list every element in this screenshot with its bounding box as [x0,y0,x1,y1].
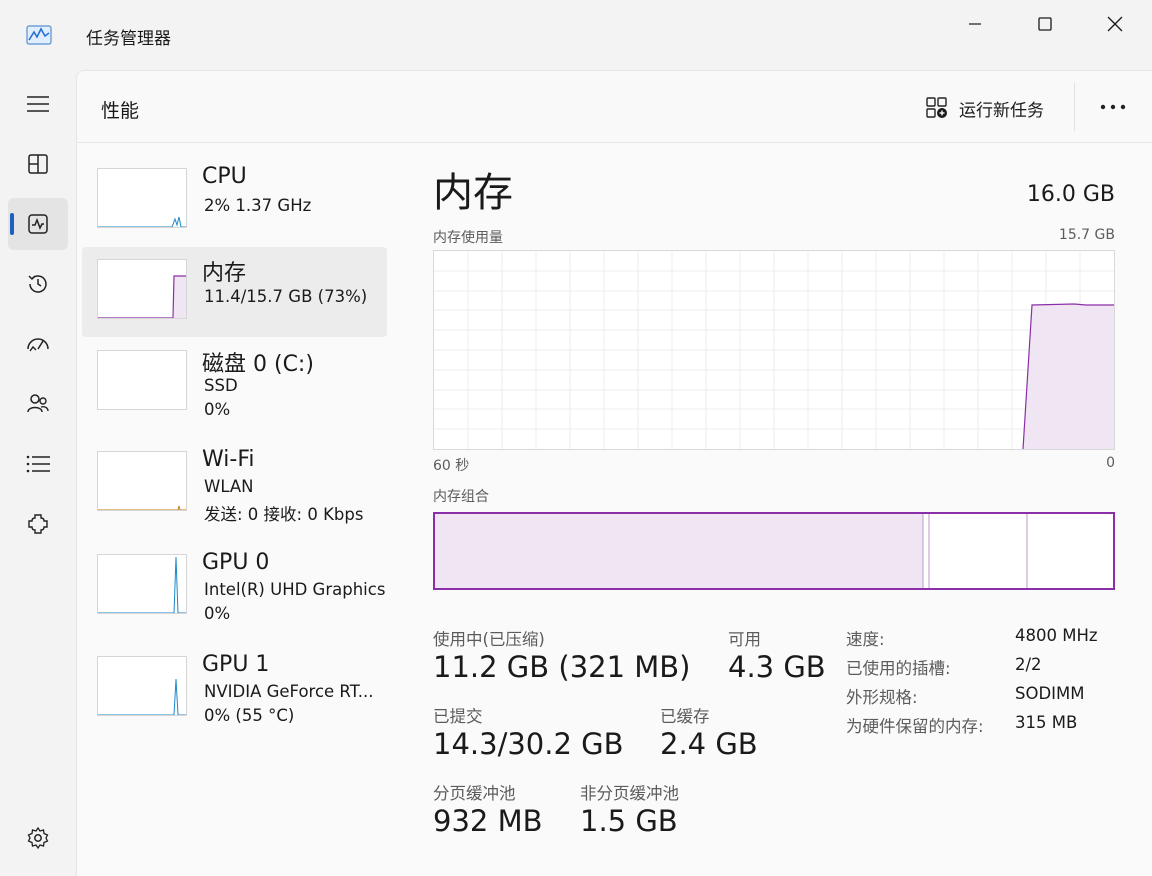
startup-apps-icon [27,338,49,352]
perf-item-title: GPU 1 [202,652,270,677]
cpu-mini-graph [97,168,187,228]
total-memory: 16.0 GB [1026,182,1115,207]
performance-chart-icon [26,24,52,46]
settings-icon [27,826,49,850]
speed-value: 4800 MHz [1015,626,1098,645]
nav-performance[interactable] [8,198,68,250]
nav-details[interactable] [8,438,68,490]
gpu0-mini-graph [97,554,187,614]
run-new-task-label: 运行新任务 [959,100,1044,121]
perf-item-detail: 2% 1.37 GHz [204,196,312,215]
hardware-reserved-key: 为硬件保留的内存: [846,717,984,736]
perf-item-cpu[interactable]: CPU 2% 1.37 GHz [82,156,387,246]
cached-value: 2.4 GB [660,727,758,761]
maximize-button[interactable] [1010,4,1080,44]
graph-label: 内存使用量 [433,230,503,246]
perf-item-title: 内存 [202,261,247,286]
paged-pool-value: 932 MB [433,804,543,838]
form-factor-key: 外形规格: [846,688,918,707]
axis-left-label: 60 秒 [433,458,470,474]
hamburger-menu-button[interactable] [8,78,68,130]
performance-icon [28,214,48,234]
nonpaged-pool-value: 1.5 GB [580,804,678,838]
nonpaged-pool-label: 非分页缓冲池 [580,784,679,803]
close-icon [1107,16,1123,32]
nav-users[interactable] [8,378,68,430]
nav-app-history[interactable] [8,258,68,310]
minimize-button[interactable] [940,4,1010,44]
perf-item-title: Wi-Fi [202,447,255,472]
wifi-mini-graph [97,451,187,511]
performance-list: CPU 2% 1.37 GHz 内存 11.4/15.7 GB (73%) 磁盘… [77,144,397,876]
committed-value: 14.3/30.2 GB [433,727,624,761]
users-icon [27,394,49,413]
in-use-label: 使用中(已压缩) [433,630,545,649]
memory-usage-graph [433,250,1115,450]
nav-processes[interactable] [8,138,68,190]
perf-item-detail: SSD [204,376,238,395]
available-value: 4.3 GB [728,650,826,684]
run-new-task-button[interactable]: 运行新任务 [925,93,1044,123]
nav-services[interactable] [8,498,68,550]
speed-key: 速度: [846,630,885,649]
details-icon [26,455,50,473]
navigation-rail [0,70,76,876]
more-options-icon [1100,104,1126,110]
composition-label: 内存组合 [433,489,489,505]
in-use-value: 11.2 GB (321 MB) [433,650,691,684]
perf-item-detail: 11.4/15.7 GB (73%) [204,287,368,306]
perf-item-usage: 0% [204,400,231,419]
run-new-task-icon [926,97,947,118]
minimize-icon [969,23,981,25]
perf-item-title: CPU [202,164,247,189]
nav-settings[interactable] [8,812,68,864]
perf-item-usage: 0% [204,604,231,623]
perf-item-disk[interactable]: 磁盘 0 (C:) SSD 0% [82,338,387,428]
cached-label: 已缓存 [660,707,710,726]
graph-max-label: 15.7 GB [1058,227,1115,243]
hamburger-menu-icon [27,96,49,112]
hardware-reserved-value: 315 MB [1015,713,1078,732]
nav-startup-apps[interactable] [8,318,68,370]
form-factor-value: SODIMM [1015,684,1085,703]
disk-mini-graph [97,350,187,410]
processes-icon [28,154,48,174]
memory-composition-bar [433,512,1115,590]
in-use-segment [435,514,923,588]
perf-item-detail: Intel(R) UHD Graphics [204,580,386,599]
content-area: 性能 运行新任务 CPU 2% 1.37 GHz 内存 11.4/15.7 GB… [76,70,1152,876]
slots-used-value: 2/2 [1015,655,1042,674]
window-title: 任务管理器 [86,29,171,49]
committed-label: 已提交 [433,707,483,726]
memory-mini-graph [97,259,187,319]
paged-pool-label: 分页缓冲池 [433,784,516,803]
services-icon [28,514,48,534]
perf-item-usage: 0% (55 °C) [204,706,295,725]
page-header: 性能 运行新任务 [77,71,1152,143]
perf-item-usage: 发送: 0 接收: 0 Kbps [204,505,364,524]
perf-item-wifi[interactable]: Wi-Fi WLAN 发送: 0 接收: 0 Kbps [82,439,387,529]
close-button[interactable] [1080,4,1150,44]
detail-title: 内存 [433,170,513,216]
perf-item-detail: NVIDIA GeForce RT... [204,682,374,701]
perf-item-title: 磁盘 0 (C:) [202,352,314,377]
perf-item-memory[interactable]: 内存 11.4/15.7 GB (73%) [82,247,387,337]
more-options-button[interactable] [1095,91,1131,123]
memory-detail-panel: 内存 16.0 GB 内存使用量 15.7 GB 60 秒 0 内存组合 使用中… [433,144,1123,876]
axis-right-label: 0 [1106,455,1115,471]
perf-item-gpu1[interactable]: GPU 1 NVIDIA GeForce RT... 0% (55 °C) [82,644,387,734]
perf-item-gpu0[interactable]: GPU 0 Intel(R) UHD Graphics 0% [82,542,387,632]
memory-usage-area [1023,305,1114,449]
header-divider [1074,83,1075,131]
gpu1-mini-graph [97,656,187,716]
slots-used-key: 已使用的插槽: [846,659,951,678]
perf-item-title: GPU 0 [202,550,270,575]
perf-item-detail: WLAN [204,477,254,496]
page-title: 性能 [101,100,140,122]
maximize-icon [1038,17,1052,31]
available-label: 可用 [728,630,761,649]
title-bar: 任务管理器 [0,0,1152,70]
app-history-icon [28,275,47,293]
